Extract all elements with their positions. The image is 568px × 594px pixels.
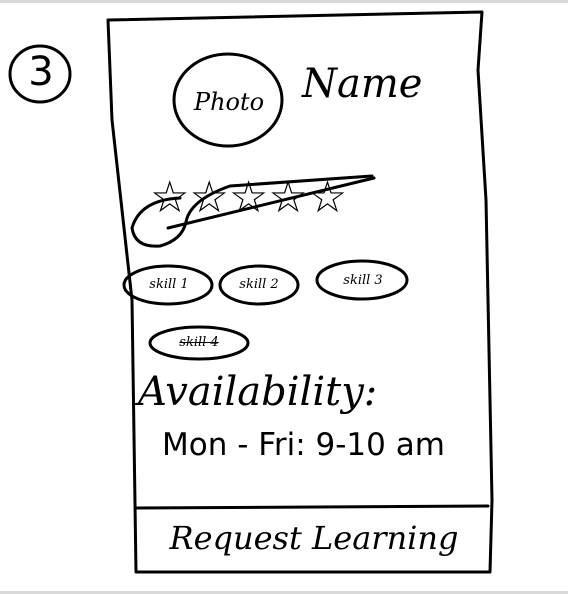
step-number: 3	[28, 49, 54, 95]
skill-chip-3[interactable]: skill 3	[318, 262, 408, 300]
availability-value: Mon - Fri: 9-10 am	[162, 427, 445, 463]
action-divider	[134, 504, 490, 510]
skill-chip-1[interactable]: skill 1	[125, 266, 213, 304]
skill-chip-2[interactable]: skill 2	[220, 266, 298, 304]
rating-stars: ☆☆☆☆☆	[150, 172, 348, 223]
profile-name: Name	[302, 61, 423, 107]
profile-photo: Photo	[193, 88, 265, 116]
availability-label: Availability:	[138, 369, 378, 415]
request-learning-button[interactable]: Request Learning	[138, 512, 490, 564]
skill-chip-4[interactable]: skill 4	[150, 327, 248, 359]
